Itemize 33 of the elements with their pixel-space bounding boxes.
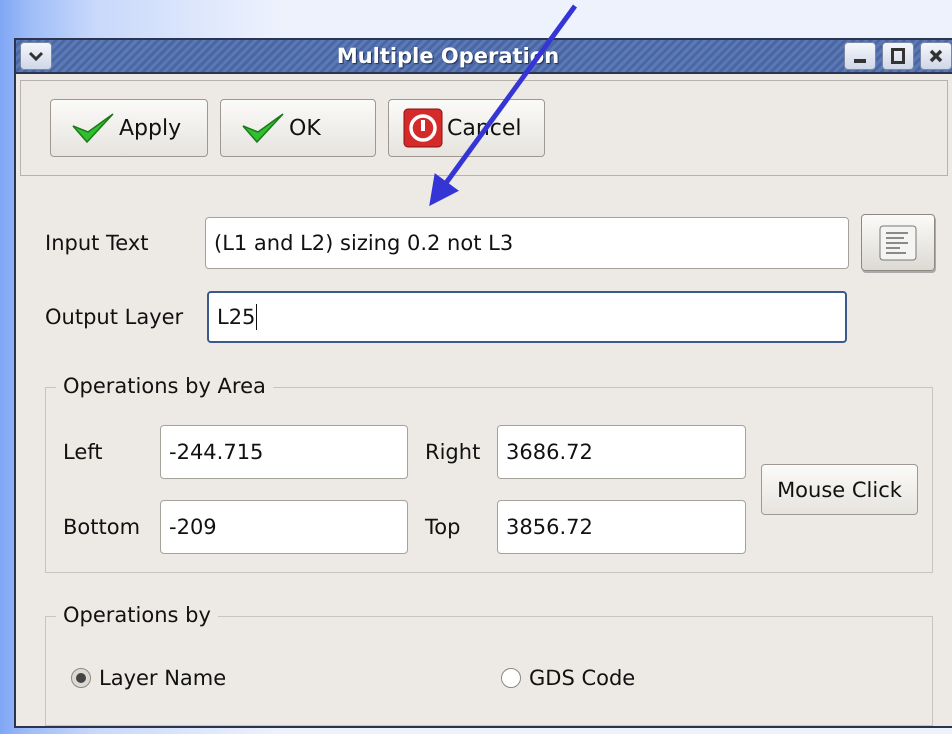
document-icon xyxy=(879,224,917,260)
maximize-icon xyxy=(891,48,905,64)
radio-label[interactable]: GDS Code xyxy=(529,666,636,690)
minimize-button[interactable] xyxy=(844,42,876,70)
checkmark-icon xyxy=(71,112,115,144)
text-editor-button[interactable] xyxy=(861,214,935,271)
radio-label[interactable]: Layer Name xyxy=(99,666,226,690)
minimize-icon xyxy=(854,59,866,63)
field-label: Right xyxy=(424,440,482,464)
chevron-down-icon xyxy=(28,50,44,62)
toolbar-button[interactable]: OK xyxy=(220,99,376,157)
field-label: Left xyxy=(63,440,104,464)
field-label: Top xyxy=(424,515,462,539)
field-label: Bottom xyxy=(63,515,142,539)
input-field[interactable]: 3856.72 xyxy=(497,500,746,554)
close-button[interactable] xyxy=(920,42,952,70)
radio-button[interactable] xyxy=(71,668,91,688)
input-field[interactable]: L25 xyxy=(207,291,847,343)
field-label: Output Layer xyxy=(45,305,184,329)
input-field[interactable]: 3686.72 xyxy=(497,425,746,479)
input-field[interactable]: -244.715 xyxy=(160,425,408,479)
checkmark-icon xyxy=(241,112,285,144)
window-title: Multiple Operation xyxy=(336,44,560,68)
maximize-button[interactable] xyxy=(882,42,914,70)
field-label: Input Text xyxy=(45,230,150,254)
close-icon xyxy=(929,49,943,63)
mouse-click-button[interactable]: Mouse Click xyxy=(761,464,918,515)
radio-button[interactable] xyxy=(501,668,521,688)
window-menu-button[interactable] xyxy=(20,42,52,70)
toolbar-button[interactable]: Apply xyxy=(50,99,208,157)
input-field[interactable]: -209 xyxy=(160,500,408,554)
input-field[interactable]: (L1 and L2) sizing 0.2 not L3 xyxy=(205,216,849,268)
power-icon xyxy=(403,108,443,148)
